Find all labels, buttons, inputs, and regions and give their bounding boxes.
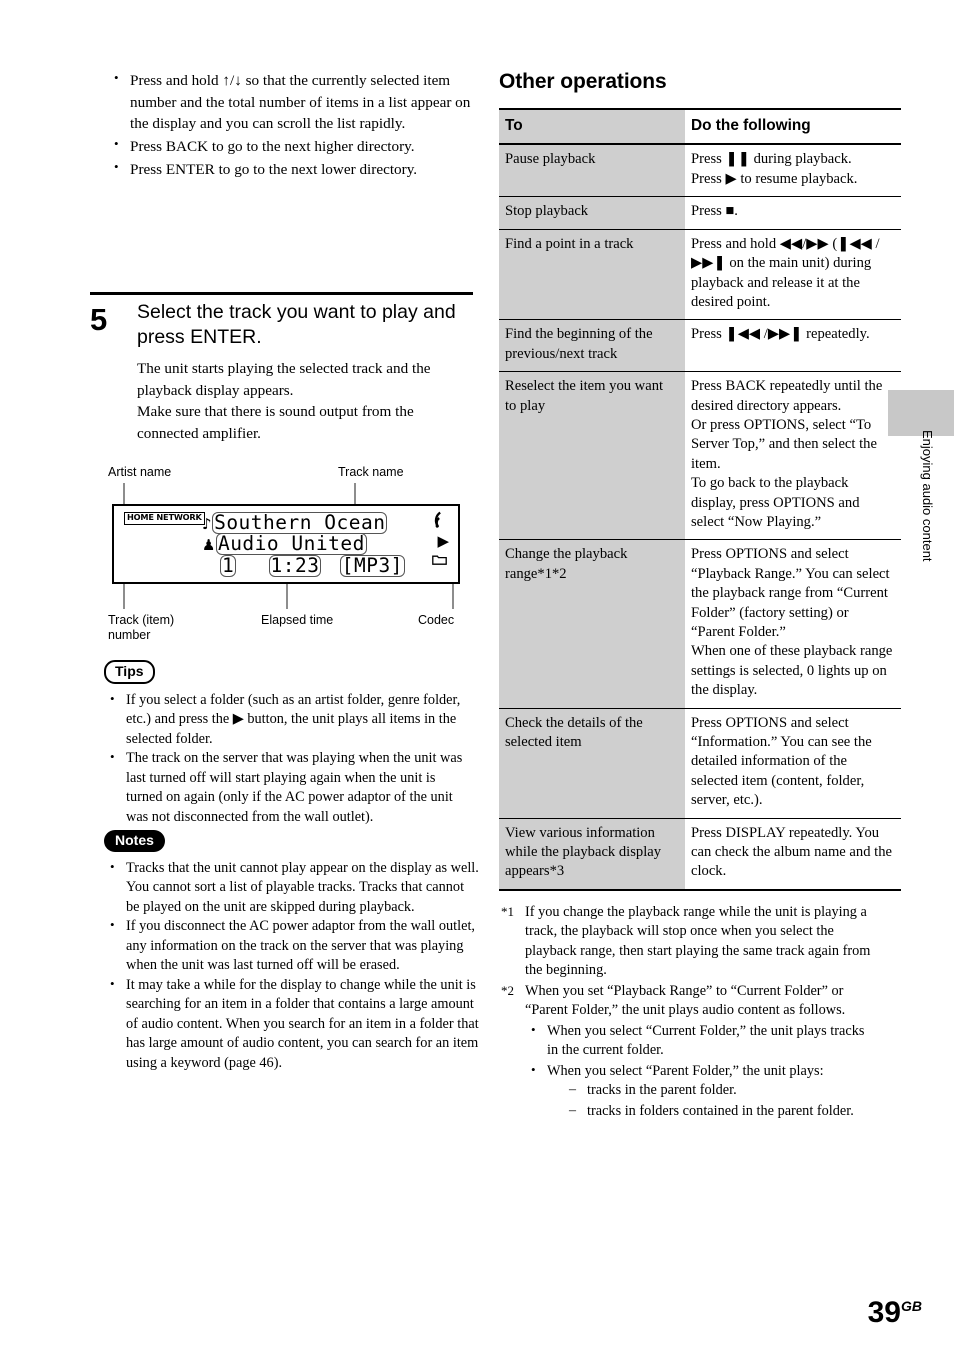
tips-badge: Tips xyxy=(104,660,155,684)
step-number: 5 xyxy=(90,304,107,335)
leader-line-track xyxy=(354,483,356,505)
column-header-do: Do the following xyxy=(685,109,901,144)
list-item: If you select a folder (such as an artis… xyxy=(104,691,474,750)
row-do-cell: Press DISPLAY repeatedly. You can check … xyxy=(685,818,901,890)
footnote-2-subitems: tracks in the parent folder. tracks in f… xyxy=(547,1081,879,1121)
footnotes-section: *1 If you change the playback range whil… xyxy=(499,903,879,1122)
table-row: Check the details of the selected item P… xyxy=(499,708,901,818)
list-item: Press BACK to go to the next higher dire… xyxy=(108,136,473,158)
row-to-cell: Find a point in a track xyxy=(499,229,685,320)
other-operations-table: To Do the following Pause playback Press… xyxy=(499,108,901,891)
list-item: tracks in the parent folder. xyxy=(565,1081,879,1101)
list-item: It may take a while for the display to c… xyxy=(104,976,479,1074)
footnote-2-bullets: When you select “Current Folder,” the un… xyxy=(525,1022,879,1122)
table-header-row: To Do the following xyxy=(499,109,901,144)
footnote-2: *2 When you set “Playback Range” to “Cur… xyxy=(499,982,879,1122)
step-5-block: 5 Select the track you want to play and … xyxy=(90,300,475,445)
footnote-marker: *2 xyxy=(501,982,514,1000)
chapter-tab-label: Enjoying audio content xyxy=(905,430,935,690)
row-to-cell: View various information while the playb… xyxy=(499,818,685,890)
wifi-icon xyxy=(428,508,453,534)
row-to-cell: Stop playback xyxy=(499,197,685,229)
list-item: When you select “Current Folder,” the un… xyxy=(525,1022,879,1061)
row-to-cell: Pause playback xyxy=(499,144,685,196)
row-do-cell: Press BACK repeatedly until the desired … xyxy=(685,372,901,540)
page-number-value: 39 xyxy=(868,1296,901,1329)
row-do-cell: Press ❚❚ during playback. Press ▶ to res… xyxy=(685,144,901,196)
step-divider-rule xyxy=(90,292,473,295)
list-item: The track on the server that was playing… xyxy=(104,749,474,827)
row-to-cell: Change the playback range*1*2 xyxy=(499,540,685,708)
lcd-track-name-line: ♪ Southern Ocean xyxy=(202,512,387,534)
row-do-cell: Press OPTIONS and select “Information.” … xyxy=(685,708,901,818)
page-title: Other operations xyxy=(499,70,874,94)
column-header-to: To xyxy=(499,109,685,144)
footnote-marker: *1 xyxy=(501,903,514,921)
list-item: Tracks that the unit cannot play appear … xyxy=(104,859,479,918)
playback-display-figure: Artist name Track name Track (item) numb… xyxy=(108,465,473,645)
step-body: The unit starts playing the selected tra… xyxy=(137,358,475,445)
table-row: Stop playback Press ■. xyxy=(499,197,901,229)
footnote-text: If you change the playback range while t… xyxy=(525,904,870,979)
lcd-elapsed-time: 1:23 xyxy=(269,555,322,577)
figure-label-codec: Codec xyxy=(418,613,454,628)
lcd-artist-name: Audio United xyxy=(216,533,367,555)
lcd-track-number: 1 xyxy=(220,555,236,577)
tips-list: If you select a folder (such as an artis… xyxy=(104,691,474,828)
table-row: Reselect the item you want to play Press… xyxy=(499,372,901,540)
table-row: Find a point in a track Press and hold ◀… xyxy=(499,229,901,320)
footnote-1: *1 If you change the playback range whil… xyxy=(499,903,879,981)
folder-icon xyxy=(432,554,447,568)
lcd-artist-name-line: ♟ Audio United xyxy=(202,533,367,555)
row-do-cell: Press OPTIONS and select “Playback Range… xyxy=(685,540,901,708)
list-item: If you disconnect the AC power adaptor f… xyxy=(104,917,479,976)
page-region-code: GB xyxy=(901,1298,922,1314)
notes-badge: Notes xyxy=(104,830,165,852)
footnote-text: When you set “Playback Range” to “Curren… xyxy=(525,983,845,1019)
page-number: 39GB xyxy=(868,1298,922,1328)
row-to-cell: Reselect the item you want to play xyxy=(499,372,685,540)
right-column: Other operations To Do the following Pau… xyxy=(499,70,874,1122)
table-row: Pause playback Press ❚❚ during playback.… xyxy=(499,144,901,196)
list-item: Press ENTER to go to the next lower dire… xyxy=(108,159,473,181)
top-bullet-list: Press and hold ↑/↓ so that the currently… xyxy=(108,70,473,181)
person-icon: ♟ xyxy=(202,536,216,554)
unit-display-panel: HOME NETWORK ♪ Southern Ocean ♟ Audio Unit… xyxy=(112,504,460,584)
lcd-codec: [MP3] xyxy=(340,555,405,577)
notes-section: Notes Tracks that the unit cannot play a… xyxy=(104,830,479,1073)
figure-label-track-name: Track name xyxy=(338,465,404,480)
table-row: Find the beginning of the previous/next … xyxy=(499,320,901,372)
list-item: When you select “Parent Folder,” the uni… xyxy=(525,1062,879,1122)
table-row: View various information while the playb… xyxy=(499,818,901,890)
figure-label-track-number: Track (item) number xyxy=(108,613,174,644)
notes-list: Tracks that the unit cannot play appear … xyxy=(104,859,479,1074)
music-note-icon: ♪ xyxy=(202,515,212,533)
row-do-cell: Press ❚◀◀ /▶▶❚ repeatedly. xyxy=(685,320,901,372)
lcd-track-name: Southern Ocean xyxy=(212,512,387,534)
play-triangle-icon: ▶ xyxy=(437,532,449,550)
tips-section: Tips If you select a folder (such as an … xyxy=(104,660,474,827)
figure-label-artist-name: Artist name xyxy=(108,465,171,480)
row-do-cell: Press ■. xyxy=(685,197,901,229)
list-item: tracks in folders contained in the paren… xyxy=(565,1102,879,1122)
row-do-cell: Press and hold ◀◀/▶▶ (❚◀◀ /▶▶❚ on the ma… xyxy=(685,229,901,320)
left-column: Press and hold ↑/↓ so that the currently… xyxy=(108,70,473,182)
step-title: Select the track you want to play and pr… xyxy=(137,300,475,350)
row-to-cell: Find the beginning of the previous/next … xyxy=(499,320,685,372)
list-item: Press and hold ↑/↓ so that the currently… xyxy=(108,70,473,135)
figure-label-elapsed-time: Elapsed time xyxy=(261,613,333,628)
home-network-badge: HOME NETWORK xyxy=(124,512,205,525)
row-to-cell: Check the details of the selected item xyxy=(499,708,685,818)
table-row: Change the playback range*1*2 Press OPTI… xyxy=(499,540,901,708)
lcd-status-line: 1 1:23 [MP3] xyxy=(220,555,405,577)
